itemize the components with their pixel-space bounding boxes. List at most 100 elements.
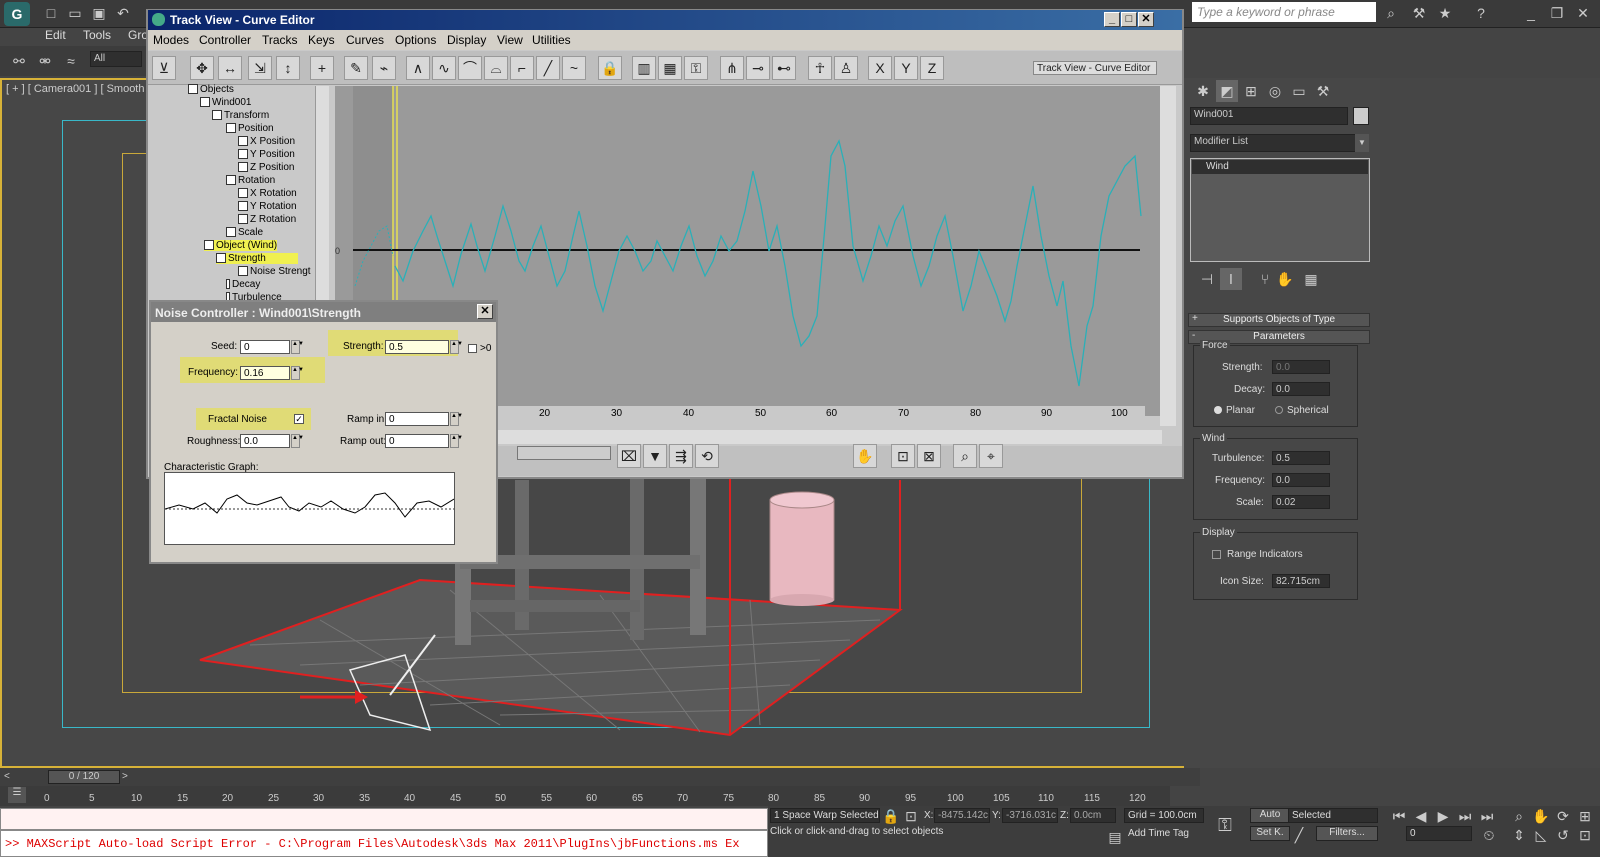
- biped-z-icon[interactable]: Z: [920, 56, 944, 80]
- tree-item-x-position[interactable]: X Position: [238, 136, 295, 147]
- tangent-step-icon[interactable]: ⌐: [510, 56, 534, 80]
- icon-size-field[interactable]: 82.715cm: [1272, 574, 1330, 588]
- time-slider-thumb[interactable]: 0 / 120: [48, 770, 120, 784]
- play-icon[interactable]: ▶: [1432, 805, 1454, 827]
- y-coordinate-field[interactable]: -3716.031c: [1002, 808, 1058, 823]
- tree-item-z-position[interactable]: Z Position: [238, 162, 294, 173]
- viewport-label[interactable]: [ + ] [ Camera001 ] [ Smooth: [6, 83, 144, 95]
- key-mode-icon[interactable]: ⌧: [617, 444, 641, 468]
- minimize-icon[interactable]: _: [1520, 2, 1542, 24]
- roll-icon[interactable]: ↺: [1552, 824, 1574, 846]
- tv-menu-controller[interactable]: Controller: [199, 33, 251, 47]
- turbulence-field[interactable]: 0.5: [1272, 451, 1330, 465]
- key-tangent-icon[interactable]: ╱: [1288, 824, 1310, 846]
- curve-vscrollbar[interactable]: [1160, 86, 1176, 426]
- dolly-icon[interactable]: ⇕: [1508, 824, 1530, 846]
- z-coordinate-field[interactable]: 0.0cm: [1070, 808, 1116, 823]
- tree-item-transform[interactable]: Transform: [212, 110, 269, 121]
- biped-icon[interactable]: ☥: [808, 56, 832, 80]
- key-filters-button[interactable]: Filters...: [1316, 826, 1378, 841]
- selection-lock-icon[interactable]: 🔒: [880, 805, 902, 827]
- undo-icon[interactable]: ↶: [112, 2, 134, 24]
- biped-x-icon[interactable]: X: [868, 56, 892, 80]
- tree-item-objects[interactable]: Objects: [188, 84, 234, 95]
- scale-keys-icon[interactable]: ⇲: [248, 56, 272, 80]
- tv-menu-view[interactable]: View: [497, 33, 523, 47]
- scale-field[interactable]: 0.02: [1272, 495, 1330, 509]
- tree-item-noise-strength[interactable]: Noise Strengt: [238, 266, 311, 277]
- time-slider-track[interactable]: [0, 768, 1200, 786]
- menu-group[interactable]: Gro: [128, 28, 148, 42]
- stack-item-wind[interactable]: Wind: [1192, 160, 1368, 174]
- zoom-horizontal-extents-icon[interactable]: ⊡: [891, 444, 915, 468]
- time-prev-icon[interactable]: <: [4, 771, 10, 782]
- tv-menu-options[interactable]: Options: [395, 33, 436, 47]
- track-view-title[interactable]: Track View - Curve Editor: [148, 10, 1182, 30]
- hierarchy-tab-icon[interactable]: ⊞: [1240, 80, 1262, 102]
- seed-field[interactable]: 0: [240, 340, 290, 354]
- modify-tab-icon[interactable]: ◩: [1216, 80, 1238, 102]
- object-name-field[interactable]: Wind001: [1190, 107, 1348, 125]
- open-file-icon[interactable]: ▭: [64, 2, 86, 24]
- add-time-tag[interactable]: Add Time Tag: [1128, 828, 1189, 839]
- search-input[interactable]: Type a keyword or phrase: [1192, 2, 1376, 22]
- show-keyable-icon[interactable]: ⚿: [684, 56, 708, 80]
- rollout-supports-objects[interactable]: Supports Objects of Type: [1188, 313, 1370, 327]
- show-all-tangents-icon[interactable]: ⋔: [720, 56, 744, 80]
- move-keys-icon[interactable]: ✥: [190, 56, 214, 80]
- tangent-fast-icon[interactable]: ⌒: [458, 56, 482, 80]
- tree-item-wind001[interactable]: Wind001: [200, 97, 251, 108]
- goto-start-icon[interactable]: ⏮: [1388, 805, 1410, 827]
- tv-menu-keys[interactable]: Keys: [308, 33, 335, 47]
- modifier-list-dropdown[interactable]: Modifier List: [1190, 134, 1356, 152]
- set-key-button[interactable]: Set K.: [1250, 826, 1290, 841]
- strength-field[interactable]: 0.0: [1272, 360, 1330, 374]
- tv-menu-utilities[interactable]: Utilities: [532, 33, 571, 47]
- binoculars-icon[interactable]: ⌕: [1380, 2, 1402, 24]
- key-selection-dropdown[interactable]: Selected: [1288, 808, 1378, 823]
- zoom-icon[interactable]: ⌕: [953, 444, 977, 468]
- menu-tools[interactable]: Tools: [83, 28, 111, 42]
- save-icon[interactable]: ▣: [88, 2, 110, 24]
- set-key-icon[interactable]: ⚿: [1214, 814, 1236, 836]
- close-icon[interactable]: ✕: [1572, 2, 1594, 24]
- roughness-spinner[interactable]: ▲▼: [291, 434, 304, 448]
- restore-icon[interactable]: ❐: [1546, 2, 1568, 24]
- utilities-tab-icon[interactable]: ⚒: [1312, 80, 1334, 102]
- frequency-spinner[interactable]: ▲▼: [291, 366, 304, 380]
- mini-curve-icon[interactable]: ☰: [8, 787, 26, 803]
- ramp-out-field[interactable]: 0: [385, 434, 449, 448]
- prev-frame-icon[interactable]: ◀: [1410, 805, 1432, 827]
- show-end-result-icon[interactable]: Ⅰ: [1220, 268, 1242, 290]
- selection-filter-dropdown[interactable]: All: [90, 51, 142, 67]
- filters-icon[interactable]: ⊻: [152, 56, 176, 80]
- object-color-swatch[interactable]: [1353, 107, 1369, 125]
- tv-close-button[interactable]: ✕: [1138, 12, 1154, 27]
- maxscript-listener[interactable]: [0, 808, 768, 830]
- snap-frames-icon[interactable]: ▥: [632, 56, 656, 80]
- remove-modifier-icon[interactable]: ✋: [1274, 268, 1296, 290]
- roughness-field[interactable]: 0.0: [240, 434, 290, 448]
- add-keys-icon[interactable]: +: [310, 56, 334, 80]
- slide-keys-icon[interactable]: ↔: [218, 56, 242, 80]
- tv-menu-tracks[interactable]: Tracks: [262, 33, 298, 47]
- draw-curves-icon[interactable]: ✎: [344, 56, 368, 80]
- tv-name-field[interactable]: Track View - Curve Editor: [1033, 61, 1157, 75]
- configure-sets-icon[interactable]: ▦: [1300, 268, 1322, 290]
- biped-curves-icon[interactable]: ♙: [834, 56, 858, 80]
- time-config-icon[interactable]: ⏲: [1478, 824, 1500, 846]
- strength-spinner[interactable]: ▲▼: [450, 340, 463, 354]
- tangent-linear-icon[interactable]: ╱: [536, 56, 560, 80]
- app-logo-icon[interactable]: G: [4, 2, 30, 26]
- tree-scrollbar[interactable]: [315, 86, 329, 304]
- tangent-smooth-icon[interactable]: ~: [562, 56, 586, 80]
- tv-menu-display[interactable]: Display: [447, 33, 486, 47]
- noise-dialog-title[interactable]: Noise Controller : Wind001\Strength: [151, 302, 496, 322]
- auto-key-button[interactable]: Auto: [1250, 808, 1290, 823]
- planar-radio[interactable]: [1214, 406, 1222, 414]
- ramp-out-spinner[interactable]: ▲▼: [450, 434, 463, 448]
- show-keys-icon[interactable]: ▼: [643, 444, 667, 468]
- spherical-radio[interactable]: [1275, 406, 1283, 414]
- noise-close-button[interactable]: ✕: [477, 304, 493, 319]
- key-stats-dropdown[interactable]: [517, 446, 611, 460]
